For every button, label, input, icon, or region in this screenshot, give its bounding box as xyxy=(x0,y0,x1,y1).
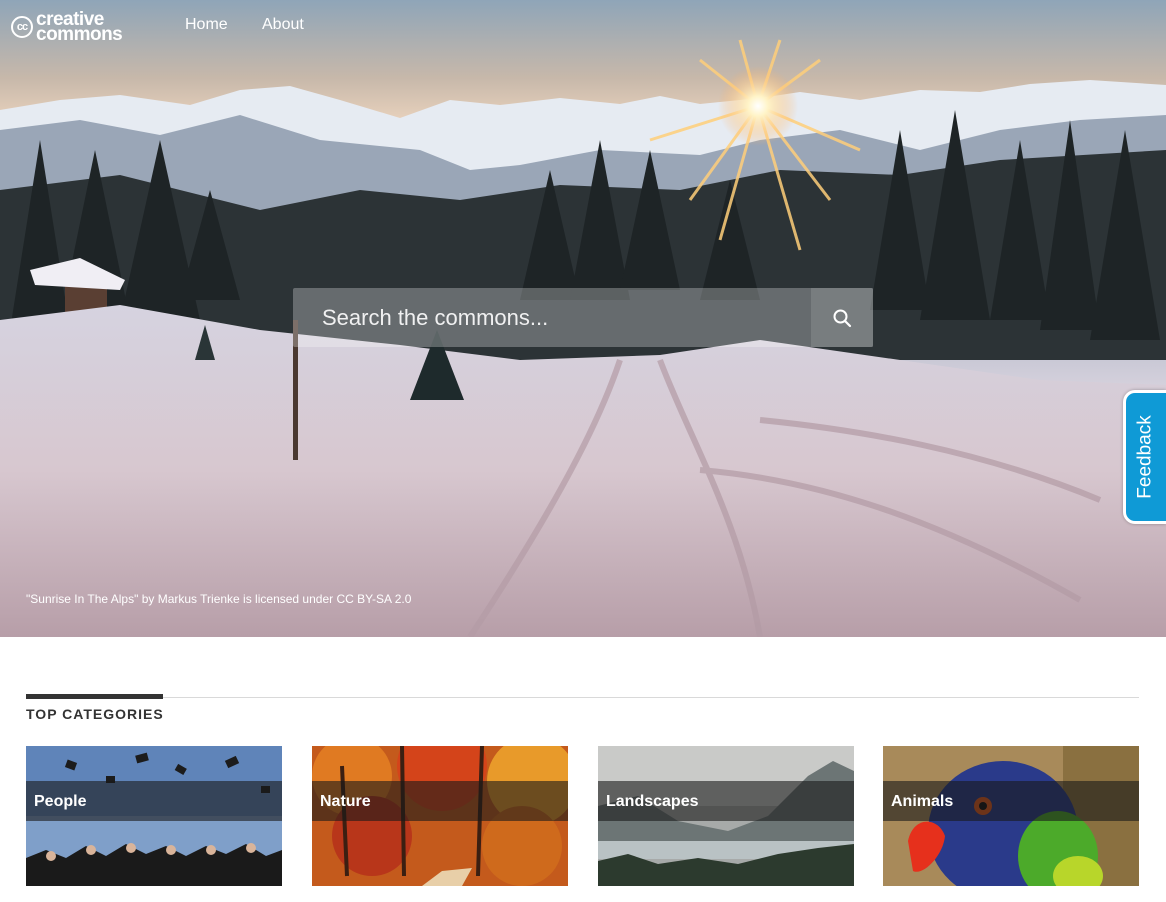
logo-text: creative commons xyxy=(36,10,123,45)
search-button[interactable] xyxy=(811,288,873,347)
card-label-landscapes: Landscapes xyxy=(606,793,699,810)
hero-banner: cc creative commons Home About "Sunrise … xyxy=(0,0,1166,637)
creative-commons-logo[interactable]: cc creative commons xyxy=(11,10,123,45)
section-divider xyxy=(26,697,1139,698)
search-bar xyxy=(293,287,873,348)
feedback-tab[interactable]: Feedback xyxy=(1123,390,1166,524)
card-label-nature: Nature xyxy=(320,793,371,810)
nav-about-link[interactable]: About xyxy=(262,16,304,34)
cc-logo-icon: cc xyxy=(11,16,33,38)
logo-line-commons: commons xyxy=(36,24,123,45)
category-card-landscapes[interactable]: Landscapes xyxy=(598,746,854,886)
search-icon xyxy=(833,309,852,327)
section-title: TOP CATEGORIES xyxy=(26,706,164,722)
category-card-animals[interactable]: Animals xyxy=(883,746,1139,886)
image-attribution: "Sunrise In The Alps" by Markus Trienke … xyxy=(26,592,412,606)
nav-home-link[interactable]: Home xyxy=(185,16,228,34)
top-navigation: cc creative commons Home About xyxy=(0,0,1166,56)
category-card-nature[interactable]: Nature xyxy=(312,746,568,886)
feedback-label: Feedback xyxy=(1135,415,1157,499)
card-label-animals: Animals xyxy=(891,793,954,810)
category-card-people[interactable]: People xyxy=(26,746,282,886)
section-divider-accent xyxy=(26,694,163,699)
category-cards: People Nature Landscapes Animals xyxy=(26,746,1139,886)
card-label-people: People xyxy=(34,793,87,810)
search-input[interactable] xyxy=(293,287,811,348)
